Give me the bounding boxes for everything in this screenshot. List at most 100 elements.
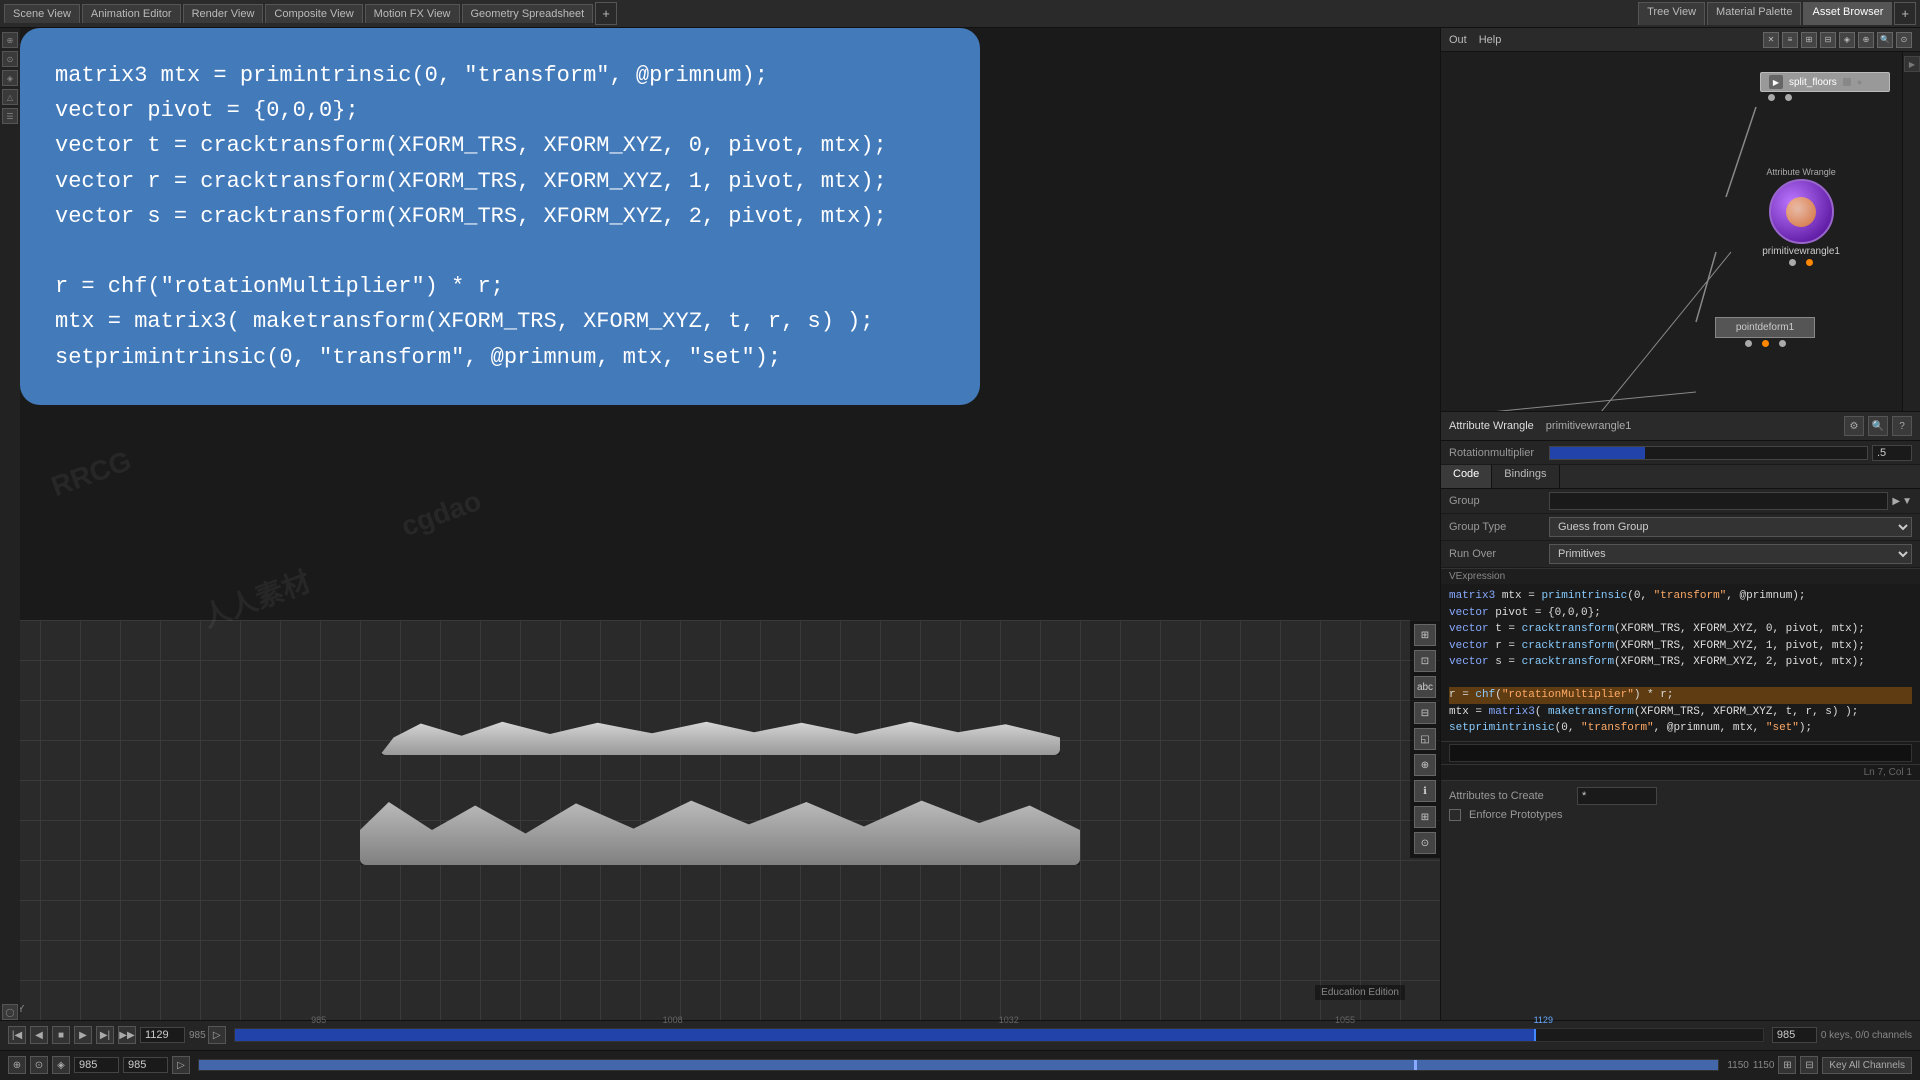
rotation-slider-container[interactable] (1549, 445, 1912, 461)
timeline-playhead[interactable] (1534, 1029, 1536, 1041)
toolbar-icon-3[interactable]: ⊞ (1801, 32, 1817, 48)
menu-help[interactable]: Help (1479, 34, 1502, 46)
tab-asset-browser[interactable]: Asset Browser (1803, 2, 1892, 25)
prop-icon-gear[interactable]: ⚙ (1844, 416, 1864, 436)
group-input[interactable] (1549, 492, 1888, 510)
vp-btn-info[interactable]: ⊙ (1414, 832, 1436, 854)
left-panel: ⊕ ⊙ ◈ △ ☰ ◯ matrix3 mtx = primintrinsic(… (0, 28, 1440, 1020)
code-line-2: vector pivot = {0,0,0}; (1449, 605, 1912, 622)
btn-range-advance[interactable]: ▷ (172, 1056, 190, 1074)
tab-bindings[interactable]: Bindings (1492, 465, 1559, 488)
side-icon-4[interactable]: △ (2, 89, 18, 105)
node-primitivewrangle1[interactable]: Attribute Wrangle primitivewrangle1 (1762, 167, 1840, 268)
tab-animation-editor[interactable]: Animation Editor (82, 4, 181, 23)
split-lock-dot: ● (1857, 77, 1862, 87)
tab-composite-view[interactable]: Composite View (265, 4, 362, 23)
vp-btn-5[interactable]: ◱ (1414, 728, 1436, 750)
zoom-out-icon[interactable]: ⊟ (1800, 1056, 1818, 1074)
side-icon-bottom[interactable]: ◯ (2, 1004, 18, 1020)
code-overlay: matrix3 mtx = primintrinsic(0, "transfor… (20, 28, 980, 405)
tab-tree-view[interactable]: Tree View (1638, 2, 1705, 25)
group-type-select[interactable]: Guess from Group (1549, 517, 1912, 537)
right-tab-add-button[interactable]: + (1894, 2, 1916, 25)
tl-icon-1[interactable]: ⊕ (8, 1056, 26, 1074)
side-icon-5[interactable]: ☰ (2, 108, 18, 124)
vp-btn-3[interactable]: abc (1414, 676, 1436, 698)
prim-connector-row (1781, 257, 1821, 268)
code-line-7: r = chf("rotationMultiplier") * r; (1449, 687, 1912, 704)
toolbar-icon-2[interactable]: ≡ (1782, 32, 1798, 48)
timeline-top: |◀ ◀ ■ ▶ ▶| ▶▶ 985 ▷ 985 1008 1032 1055 … (0, 1021, 1920, 1051)
tab-motion-fx[interactable]: Motion FX View (365, 4, 460, 23)
toolbar-icon-7[interactable]: 🔍 (1877, 32, 1893, 48)
toolbar-icon-1[interactable]: ✕ (1763, 32, 1779, 48)
attributes-create-input[interactable] (1577, 787, 1657, 805)
tick-1032: 1032 (999, 1015, 1019, 1025)
side-icon-3[interactable]: ◈ (2, 70, 18, 86)
toolbar-icon-6[interactable]: ⊕ (1858, 32, 1874, 48)
vp-btn-4[interactable]: ⊟ (1414, 702, 1436, 724)
btn-skip-start[interactable]: |◀ (8, 1026, 26, 1044)
group-type-value[interactable]: Guess from Group (1549, 517, 1912, 537)
viewport[interactable]: ⊞ ⊡ abc ⊟ ◱ ⊕ ℹ ⊞ ⊙ ↑ Y Education Editio… (0, 620, 1440, 1020)
tab-scene-view[interactable]: Scene View (4, 4, 80, 23)
zoom-icon[interactable]: ⊞ (1778, 1056, 1796, 1074)
split-node-label: split_floors (1789, 77, 1837, 88)
code-input-field[interactable] (1449, 744, 1912, 762)
btn-range-play[interactable]: ▷ (208, 1026, 226, 1044)
prim-node-type: Attribute Wrangle (1766, 167, 1835, 177)
rotation-multiplier-input[interactable] (1872, 445, 1912, 461)
toolbar-icon-8[interactable]: ⊙ (1896, 32, 1912, 48)
range-end-input[interactable] (123, 1057, 168, 1073)
vp-btn-8[interactable]: ⊞ (1414, 806, 1436, 828)
current-frame-input[interactable] (140, 1027, 185, 1043)
prop-icon-search[interactable]: 🔍 (1868, 416, 1888, 436)
btn-skip-end[interactable]: ▶▶ (118, 1026, 136, 1044)
split-play-btn[interactable]: ▶ (1769, 75, 1783, 89)
rotation-slider[interactable] (1549, 446, 1868, 460)
side-icon-2[interactable]: ⊙ (2, 51, 18, 67)
code-editor[interactable]: matrix3 mtx = primintrinsic(0, "transfor… (1441, 584, 1920, 741)
timeline-range[interactable] (198, 1059, 1719, 1071)
enforce-prototypes-checkbox[interactable] (1449, 809, 1461, 821)
toolbar-icon-4[interactable]: ⊟ (1820, 32, 1836, 48)
vp-btn-7[interactable]: ℹ (1414, 780, 1436, 802)
node-split-floors[interactable]: ▶ split_floors ● (1760, 70, 1890, 103)
btn-stop[interactable]: ■ (52, 1026, 70, 1044)
vp-btn-1[interactable]: ⊞ (1414, 624, 1436, 646)
end-frame-input[interactable] (1772, 1027, 1817, 1043)
timeline-bottom: ⊕ ⊙ ◈ ▷ 1150 1150 ⊞ ⊟ Key All Channels (0, 1051, 1920, 1080)
prop-icon-help[interactable]: ? (1892, 416, 1912, 436)
btn-play[interactable]: ▶ (74, 1026, 92, 1044)
tab-material-palette[interactable]: Material Palette (1707, 2, 1801, 25)
key-all-channels-button[interactable]: Key All Channels (1822, 1057, 1912, 1074)
tab-geometry-spreadsheet[interactable]: Geometry Spreadsheet (462, 4, 594, 23)
attributes-create-label: Attributes to Create (1449, 790, 1569, 802)
tl-icon-2[interactable]: ⊙ (30, 1056, 48, 1074)
tab-render-view[interactable]: Render View (183, 4, 264, 23)
side-icon-1[interactable]: ⊕ (2, 32, 18, 48)
btn-next-frame[interactable]: ▶| (96, 1026, 114, 1044)
split-node-header[interactable]: ▶ split_floors ● (1760, 72, 1890, 92)
tl-icon-3[interactable]: ◈ (52, 1056, 70, 1074)
menu-out[interactable]: Out (1449, 34, 1467, 46)
range-start-input[interactable] (74, 1057, 119, 1073)
group-value[interactable]: ▶ ▼ (1549, 492, 1912, 510)
rs-btn-1[interactable]: ▶ (1904, 56, 1920, 72)
node-pointdeform1[interactable]: pointdeform1 (1715, 317, 1815, 349)
tab-code[interactable]: Code (1441, 465, 1492, 488)
run-over-select[interactable]: Primitives (1549, 544, 1912, 564)
vp-btn-2[interactable]: ⊡ (1414, 650, 1436, 672)
vp-btn-6[interactable]: ⊕ (1414, 754, 1436, 776)
group-arrow-icon[interactable]: ▶ (1892, 496, 1900, 507)
tab-add-button[interactable]: + (595, 2, 617, 25)
point-node-box[interactable]: pointdeform1 (1715, 317, 1815, 338)
toolbar-icon-5[interactable]: ◈ (1839, 32, 1855, 48)
run-over-value[interactable]: Primitives (1549, 544, 1912, 564)
node-editor-right-sidebar: ▶ (1902, 52, 1920, 411)
timeline-track[interactable]: 985 1008 1032 1055 1129 (234, 1028, 1764, 1042)
btn-prev-frame[interactable]: ◀ (30, 1026, 48, 1044)
node-editor[interactable]: ▶ split_floors ● Attribute Wrangle primi… (1441, 52, 1920, 412)
prim-node-circle[interactable] (1769, 179, 1834, 244)
group-expand-icon[interactable]: ▼ (1902, 496, 1912, 507)
